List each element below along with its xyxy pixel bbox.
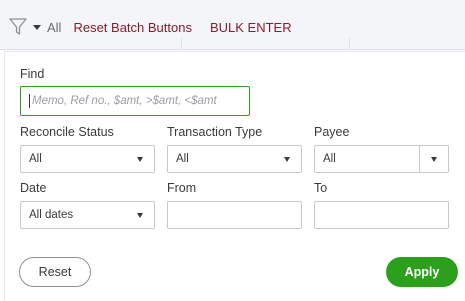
date-value: All dates — [29, 209, 74, 221]
filter-summary-label[interactable]: All — [47, 20, 61, 35]
from-label: From — [167, 181, 197, 195]
dropdown-divider — [419, 145, 420, 173]
transaction-type-value: All — [176, 153, 189, 165]
payee-value: All — [323, 153, 336, 165]
filter-panel: Find Memo, Ref no., $amt, >$amt, <$amt R… — [4, 51, 465, 301]
filter-controls: All Reset Batch Buttons BULK ENTER — [8, 16, 292, 38]
filter-funnel-icon[interactable] — [8, 16, 28, 38]
column-divider — [349, 38, 350, 50]
reconcile-status-select[interactable]: All — [20, 145, 155, 173]
column-divider — [181, 38, 182, 50]
to-label: To — [314, 181, 328, 195]
date-select[interactable]: All dates — [20, 201, 155, 229]
date-label: Date — [20, 181, 47, 195]
text-cursor — [29, 94, 30, 108]
find-input[interactable]: Memo, Ref no., $amt, >$amt, <$amt — [20, 86, 250, 116]
chevron-down-icon[interactable] — [431, 157, 437, 162]
chevron-down-icon — [137, 213, 143, 218]
filter-dropdown-caret-icon[interactable] — [33, 24, 41, 30]
bulk-enter-link[interactable]: BULK ENTER — [210, 20, 292, 35]
transaction-type-label: Transaction Type — [167, 125, 263, 139]
chevron-down-icon — [284, 157, 290, 162]
apply-button[interactable]: Apply — [386, 257, 458, 287]
to-date-input[interactable] — [314, 201, 449, 229]
payee-select[interactable]: All — [314, 145, 449, 173]
find-label: Find — [20, 67, 45, 81]
reconcile-status-value: All — [29, 153, 42, 165]
transaction-type-select[interactable]: All — [167, 145, 302, 173]
chevron-down-icon — [137, 157, 143, 162]
from-date-input[interactable] — [167, 201, 302, 229]
reset-button[interactable]: Reset — [19, 257, 91, 287]
transactions-toolbar: All Reset Batch Buttons BULK ENTER — [0, 0, 465, 50]
payee-label: Payee — [314, 125, 350, 139]
reconcile-status-label: Reconcile Status — [20, 125, 114, 139]
reset-batch-buttons-link[interactable]: Reset Batch Buttons — [73, 20, 192, 35]
find-placeholder: Memo, Ref no., $amt, >$amt, <$amt — [32, 95, 217, 107]
